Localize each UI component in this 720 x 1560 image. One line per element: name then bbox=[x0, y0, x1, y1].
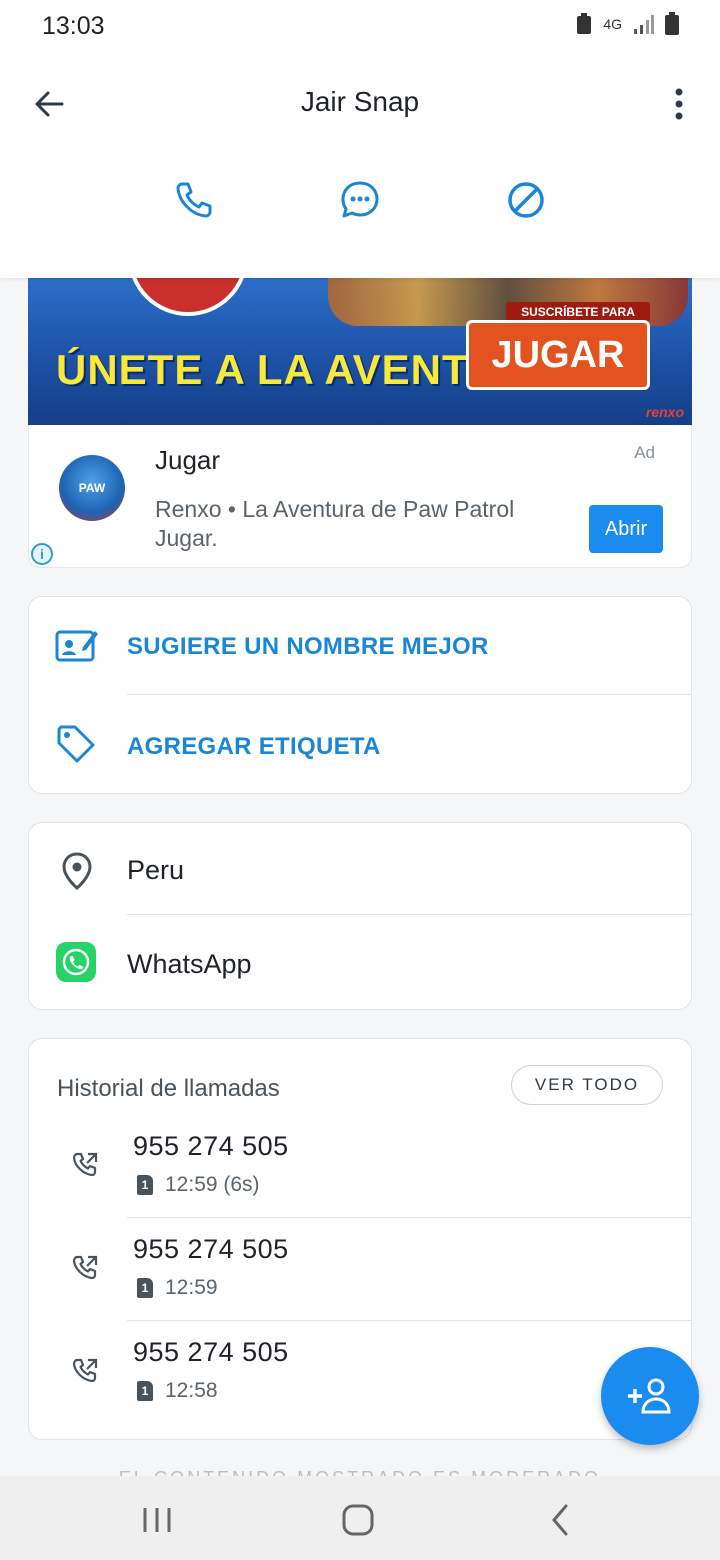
call-number: 955 274 505 bbox=[133, 1337, 289, 1367]
contact-name: Jair Snap bbox=[300, 86, 420, 117]
call-meta: 1 12:58 bbox=[137, 1379, 218, 1403]
more-icon[interactable] bbox=[664, 82, 694, 126]
call-row[interactable]: 955 274 505 1 12:59 (6s) bbox=[29, 1115, 691, 1218]
outgoing-call-icon bbox=[72, 1358, 98, 1383]
tag-icon bbox=[57, 725, 95, 763]
ad-banner-image[interactable]: ÚNETE A LA AVENTURA SUSCRÍBETE PARA JUGA… bbox=[28, 276, 692, 426]
call-time: 12:59 (6s) bbox=[165, 1173, 260, 1196]
nav-back-icon[interactable] bbox=[540, 1500, 580, 1540]
ad-banner-brand: renxo bbox=[645, 404, 684, 420]
add-contact-icon bbox=[628, 1378, 671, 1414]
ad-tag: Ad bbox=[634, 443, 655, 462]
add-tag-label: AGREGAR ETIQUETA bbox=[127, 733, 381, 760]
call-time: 12:58 bbox=[165, 1379, 218, 1402]
add-tag-row[interactable]: AGREGAR ETIQUETA bbox=[29, 695, 691, 793]
message-button[interactable] bbox=[336, 176, 384, 224]
call-history-title: Historial de llamadas bbox=[57, 1075, 280, 1102]
contact-edit-icon bbox=[55, 630, 98, 662]
status-bar: 13:03 4G bbox=[0, 0, 720, 56]
call-meta: 1 12:59 bbox=[137, 1276, 218, 1300]
outgoing-call-icon bbox=[72, 1152, 98, 1177]
ad-title: Jugar bbox=[155, 445, 221, 475]
whatsapp-label: WhatsApp bbox=[127, 949, 252, 979]
suggest-name-label: SUGIERE UN NOMBRE MEJOR bbox=[127, 633, 489, 660]
see-all-button[interactable]: VER TODO bbox=[511, 1065, 663, 1105]
ad-info-card[interactable]: PAW Jugar Renxo • La Aventura de Paw Pat… bbox=[28, 425, 692, 568]
ad-app-logo: PAW bbox=[59, 455, 125, 521]
location-row: Peru bbox=[29, 823, 691, 915]
location-label: Peru bbox=[127, 855, 185, 885]
battery-icon bbox=[665, 12, 679, 35]
sim-icon: 1 bbox=[137, 1381, 153, 1401]
call-row[interactable]: 955 274 505 1 12:58 bbox=[29, 1321, 691, 1424]
battery-saver-icon bbox=[577, 13, 592, 34]
sim-icon: 1 bbox=[137, 1278, 153, 1298]
sim-icon: 1 bbox=[137, 1175, 153, 1195]
outgoing-call-icon bbox=[72, 1255, 98, 1280]
call-time: 12:59 bbox=[165, 1276, 218, 1299]
recent-apps-icon[interactable] bbox=[137, 1500, 177, 1540]
location-pin-icon bbox=[62, 852, 92, 890]
ad-banner-subtitle: SUSCRÍBETE PARA bbox=[506, 302, 650, 322]
contact-info-card: Peru WhatsApp bbox=[28, 822, 692, 1010]
whatsapp-icon bbox=[56, 942, 96, 982]
whatsapp-row[interactable]: WhatsApp bbox=[29, 915, 691, 1009]
status-time: 13:03 bbox=[42, 12, 105, 40]
add-contact-button[interactable] bbox=[601, 1347, 699, 1445]
ad-banner-play-button[interactable]: JUGAR bbox=[466, 320, 650, 390]
signal-icon bbox=[634, 15, 654, 34]
call-number: 955 274 505 bbox=[133, 1234, 289, 1264]
network-label: 4G bbox=[603, 16, 622, 32]
ad-choices-icon[interactable]: i bbox=[31, 543, 53, 565]
status-icons: 4G bbox=[575, 12, 680, 36]
suggest-name-row[interactable]: SUGIERE UN NOMBRE MEJOR bbox=[29, 597, 691, 695]
ad-open-button[interactable]: Abrir bbox=[589, 505, 663, 553]
call-number: 955 274 505 bbox=[133, 1131, 289, 1161]
call-meta: 1 12:59 (6s) bbox=[137, 1173, 260, 1197]
ad-shield-graphic bbox=[128, 276, 248, 316]
call-button[interactable] bbox=[170, 176, 218, 224]
call-history-card: Historial de llamadas VER TODO 955 274 5… bbox=[28, 1038, 692, 1440]
system-nav-bar bbox=[0, 1476, 720, 1560]
contact-actions-card: SUGIERE UN NOMBRE MEJOR AGREGAR ETIQUETA bbox=[28, 596, 692, 794]
ad-description: Renxo • La Aventura de Paw Patrol Jugar. bbox=[155, 496, 515, 551]
call-row[interactable]: 955 274 505 1 12:59 bbox=[29, 1218, 691, 1321]
footer-text: EL CONTENIDO MOSTRADO ES MODERADO bbox=[0, 1468, 720, 1476]
block-button[interactable] bbox=[502, 176, 550, 224]
home-icon[interactable] bbox=[338, 1500, 378, 1540]
contact-header: Jair Snap bbox=[0, 56, 720, 278]
